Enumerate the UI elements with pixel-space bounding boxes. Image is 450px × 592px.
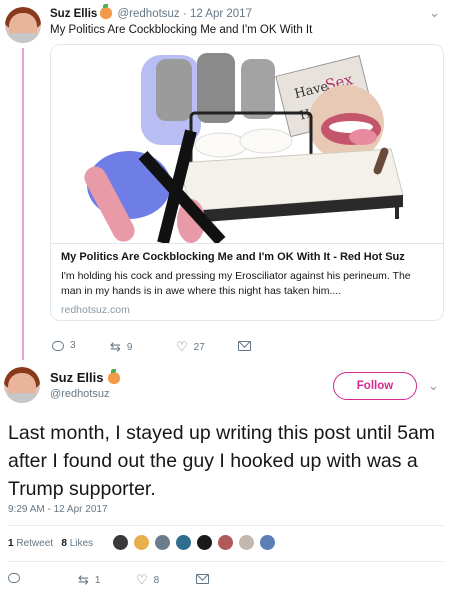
mail-icon xyxy=(196,574,209,584)
reply-icon xyxy=(52,340,64,351)
liker-avatar[interactable] xyxy=(112,534,129,551)
tweet-text: Last month, I stayed up writing this pos… xyxy=(8,422,436,500)
like-count: 8 xyxy=(153,574,160,586)
like-count: 27 xyxy=(193,341,205,353)
card-body[interactable]: My Politics Are Cockblocking Me and I'm … xyxy=(51,243,443,320)
liker-avatar[interactable] xyxy=(217,534,234,551)
liker-avatar[interactable] xyxy=(154,534,171,551)
tweet-timestamp[interactable]: 9:29 AM - 12 Apr 2017 xyxy=(8,504,108,515)
liker-avatar[interactable] xyxy=(175,534,192,551)
peach-emoji-icon xyxy=(100,4,113,19)
main-tweet-actions: ⇆ 1 ♡ 8 xyxy=(8,572,388,588)
parent-tweet-header: Suz Ellis @redhotsuz · 12 Apr 2017 xyxy=(50,4,252,20)
author-name[interactable]: Suz Ellis xyxy=(50,8,97,20)
retweet-button[interactable]: ⇆ 1 xyxy=(78,572,100,588)
peach-emoji-icon xyxy=(108,369,121,384)
divider xyxy=(8,525,444,526)
author-handle[interactable]: @redhotsuz xyxy=(50,388,109,400)
liker-avatars xyxy=(112,534,280,551)
author-handle[interactable]: @redhotsuz xyxy=(118,8,180,20)
card-domain: redhotsuz.com xyxy=(61,304,130,316)
retweet-label[interactable]: Retweet xyxy=(16,538,53,549)
like-button[interactable]: ♡ 8 xyxy=(136,572,159,588)
chevron-down-icon[interactable]: ⌄ xyxy=(428,378,439,394)
parent-tweet-text: My Politics Are Cockblocking Me and I'm … xyxy=(50,24,313,36)
link-card[interactable]: Have Sex Hate Sexism xyxy=(50,44,444,321)
avatar[interactable] xyxy=(5,7,41,43)
reply-icon xyxy=(8,573,20,583)
like-label[interactable]: Likes xyxy=(70,538,93,549)
card-image[interactable]: Have Sex Hate Sexism xyxy=(51,45,443,243)
thread-line xyxy=(22,48,24,360)
tweet-date[interactable]: 12 Apr 2017 xyxy=(190,8,252,20)
liker-avatar[interactable] xyxy=(196,534,213,551)
retweet-button[interactable]: ⇆ 9 xyxy=(110,339,132,355)
direct-message-button[interactable] xyxy=(196,574,209,584)
like-total[interactable]: 8 xyxy=(61,538,67,549)
author-name-text[interactable]: Suz Ellis xyxy=(50,370,103,385)
card-title[interactable]: My Politics Are Cockblocking Me and I'm … xyxy=(61,251,433,263)
card-description: I'm holding his cock and pressing my Ero… xyxy=(61,270,411,297)
mail-icon xyxy=(238,341,251,351)
retweet-icon: ⇆ xyxy=(110,339,121,354)
author-name[interactable]: Suz Ellis xyxy=(50,369,122,385)
retweet-total[interactable]: 1 xyxy=(8,538,14,549)
liker-avatar[interactable] xyxy=(259,534,276,551)
direct-message-button[interactable] xyxy=(238,341,251,351)
tweet-stats: 1 Retweet 8 Likes xyxy=(8,538,93,549)
meta-separator: · xyxy=(182,8,187,20)
card-illustration: Have Sex Hate Sexism xyxy=(84,53,404,243)
like-button[interactable]: ♡ 27 xyxy=(176,339,205,355)
parent-tweet-actions: 3 ⇆ 9 ♡ 27 xyxy=(52,339,432,355)
liker-avatar[interactable] xyxy=(133,534,150,551)
reply-count: 3 xyxy=(70,340,76,351)
heart-icon: ♡ xyxy=(176,339,188,354)
reply-button[interactable]: 3 xyxy=(52,340,76,351)
retweet-count: 9 xyxy=(126,341,133,353)
liker-avatar[interactable] xyxy=(238,534,255,551)
avatar[interactable] xyxy=(4,367,40,403)
reply-button[interactable] xyxy=(8,573,26,583)
follow-button[interactable]: Follow xyxy=(333,372,417,400)
retweet-count: 1 xyxy=(94,574,101,586)
retweet-icon: ⇆ xyxy=(78,572,89,587)
divider xyxy=(8,561,444,562)
chevron-down-icon[interactable]: ⌄ xyxy=(429,5,440,21)
heart-icon: ♡ xyxy=(136,572,148,587)
